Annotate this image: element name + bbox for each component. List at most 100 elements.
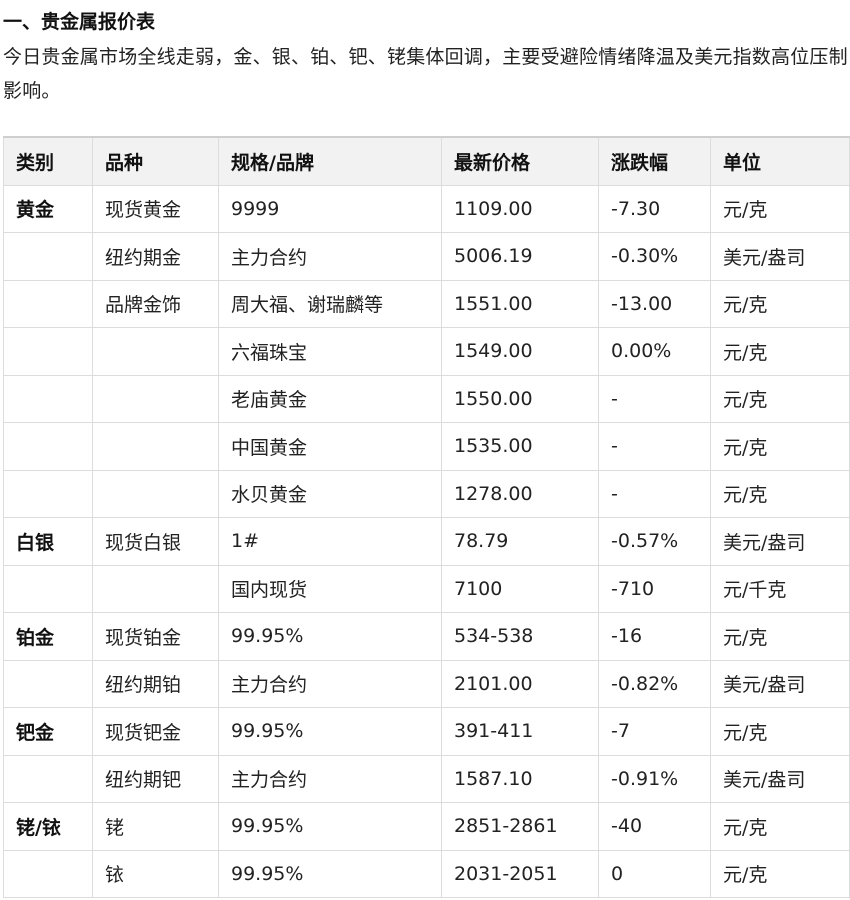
change-cell: -7.30 [598,184,711,233]
change-cell: 0.00% [598,327,711,376]
category-cell [3,659,93,708]
spec-cell: 国内现货 [218,564,442,613]
unit-cell: 元/克 [710,849,850,898]
precious-metals-price-table: 类别 品种 规格/品牌 最新价格 涨跌幅 单位 黄金 现货黄金 9999 1109.0… [3,136,850,898]
change-cell: - [598,374,711,423]
unit-cell: 元/克 [710,802,850,851]
variety-cell: 品牌金饰 [92,279,219,328]
price-cell: 1278.00 [441,469,599,518]
table-row: 铂金 现货铂金 99.95% 534-538 -16 元/克 [3,612,850,661]
spec-cell: 99.95% [218,612,442,661]
price-cell: 5006.19 [441,232,599,281]
price-cell: 2101.00 [441,659,599,708]
variety-cell: 铱 [92,849,219,898]
table-row: 国内现货 7100 -710 元/千克 [3,564,850,613]
header-latest-price: 最新价格 [441,136,599,186]
category-cell [3,564,93,613]
variety-cell: 现货铂金 [92,612,219,661]
variety-cell: 现货钯金 [92,707,219,756]
price-cell: 2031-2051 [441,849,599,898]
table-row: 纽约期钯 主力合约 1587.10 -0.91% 美元/盎司 [3,754,850,803]
price-cell: 1587.10 [441,754,599,803]
variety-cell [92,469,219,518]
intro-paragraph: 今日贵金属市场全线走弱，金、银、铂、钯、铑集体回调，主要受避险情绪降温及美元指数… [3,46,848,102]
category-cell: 铂金 [3,612,93,661]
spec-cell: 9999 [218,184,442,233]
header-row: 类别 品种 规格/品牌 最新价格 涨跌幅 单位 [3,136,850,186]
change-cell: - [598,469,711,518]
table-row: 六福珠宝 1549.00 0.00% 元/克 [3,327,850,376]
unit-cell: 元/克 [710,612,850,661]
price-cell: 391-411 [441,707,599,756]
category-cell [3,422,93,471]
change-cell: -0.57% [598,517,711,566]
spec-cell: 主力合约 [218,754,442,803]
variety-cell [92,327,219,376]
price-cell: 1551.00 [441,279,599,328]
unit-cell: 元/克 [710,422,850,471]
table-body: 黄金 现货黄金 9999 1109.00 -7.30 元/克 纽约期金 主力合约 5006.19… [3,184,850,898]
table-row: 老庙黄金 1550.00- 元/克 [3,374,850,423]
header-spec-brand: 规格/品牌 [218,136,442,186]
change-cell: 0 [598,849,711,898]
unit-cell: 美元/盎司 [710,517,850,566]
spec-cell: 六福珠宝 [218,327,442,376]
header-category: 类别 [3,136,93,186]
spec-cell: 主力合约 [218,659,442,708]
price-cell: 534-538 [441,612,599,661]
table-header: 类别 品种 规格/品牌 最新价格 涨跌幅 单位 [3,136,850,186]
unit-cell: 元/千克 [710,564,850,613]
change-cell: -0.82% [598,659,711,708]
category-cell: 白银 [3,517,93,566]
spec-cell: 主力合约 [218,232,442,281]
variety-cell: 纽约期钯 [92,754,219,803]
spec-cell: 1# [218,517,442,566]
price-cell: 78.79 [441,517,599,566]
category-cell [3,754,93,803]
price-cell: 1549.00 [441,327,599,376]
change-cell: -13.00 [598,279,711,328]
header-change: 涨跌幅 [598,136,711,186]
variety-cell [92,374,219,423]
table-row: 水贝黄金 1278.00- 元/克 [3,469,850,518]
header-variety: 品种 [92,136,219,186]
spec-cell: 99.95% [218,707,442,756]
variety-cell: 纽约期金 [92,232,219,281]
change-cell: - [598,422,711,471]
unit-cell: 美元/盎司 [710,232,850,281]
category-cell [3,469,93,518]
table-row: 纽约期铂 主力合约 2101.00 -0.82% 美元/盎司 [3,659,850,708]
price-cell: 1535.00 [441,422,599,471]
category-cell [3,232,93,281]
table-row: 品牌金饰 周大福、谢瑞麟等 1551.00 -13.00 元/克 [3,279,850,328]
change-cell: -40 [598,802,711,851]
table-row: 白银 现货白银 1# 78.79 -0.57% 美元/盎司 [3,517,850,566]
price-cell: 7100 [441,564,599,613]
table-row: 纽约期金 主力合约 5006.19 -0.30% 美元/盎司 [3,232,850,281]
spec-cell: 中国黄金 [218,422,442,471]
unit-cell: 元/克 [710,279,850,328]
variety-cell: 现货黄金 [92,184,219,233]
category-cell [3,327,93,376]
price-cell: 2851-2861 [441,802,599,851]
unit-cell: 元/克 [710,184,850,233]
variety-cell [92,564,219,613]
category-cell [3,279,93,328]
change-cell: -16 [598,612,711,661]
category-cell: 黄金 [3,184,93,233]
table-row: 黄金 现货黄金 9999 1109.00 -7.30 元/克 [3,184,850,233]
variety-cell: 铑 [92,802,219,851]
variety-cell: 现货白银 [92,517,219,566]
table-row: 钯金 现货钯金 99.95% 391-411 -7 元/克 [3,707,850,756]
unit-cell: 元/克 [710,469,850,518]
change-cell: -710 [598,564,711,613]
unit-cell: 美元/盎司 [710,659,850,708]
unit-cell: 元/克 [710,327,850,376]
table-row: 铑/铱铑 99.95% 2851-2861 -40 元/克 [3,802,850,851]
category-cell [3,374,93,423]
section-title: 一、贵金属报价表 [3,11,156,33]
unit-cell: 美元/盎司 [710,754,850,803]
table-row: 中国黄金 1535.00- 元/克 [3,422,850,471]
category-cell [3,849,93,898]
spec-cell: 老庙黄金 [218,374,442,423]
